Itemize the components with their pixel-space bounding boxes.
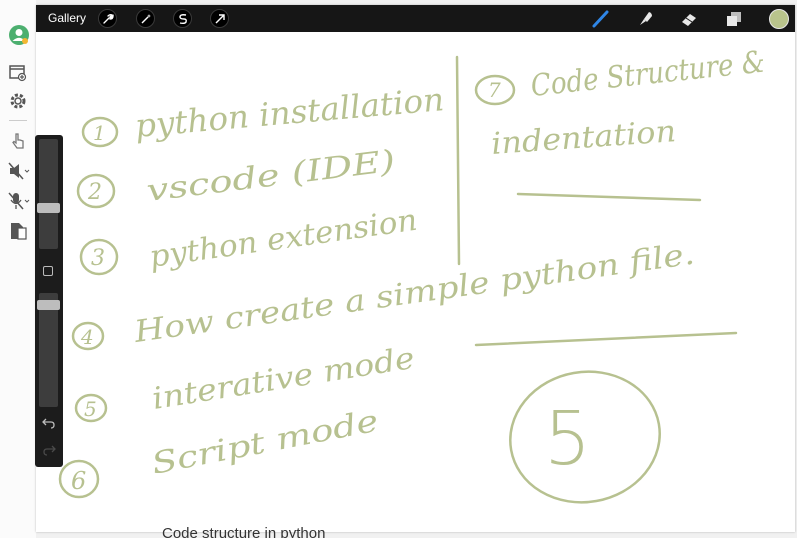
top-toolbar: Gallery	[36, 5, 795, 32]
number-5: 5	[84, 397, 97, 421]
brush-size-slider[interactable]	[39, 139, 58, 249]
handwriting-layer: 1 2 3 4 5 6 7 python installation vscode…	[58, 45, 767, 504]
wrench-icon[interactable]	[98, 9, 117, 28]
note-interactive-mode: interative mode	[150, 341, 417, 417]
avatar-icon[interactable]	[8, 24, 29, 45]
note-python-extension: python extension	[147, 203, 419, 275]
number-6: 6	[71, 467, 86, 495]
number-7: 7	[488, 78, 501, 102]
rail-divider	[9, 120, 27, 121]
brush-sidebar	[35, 135, 63, 467]
settings-gear-icon[interactable]	[8, 91, 28, 111]
smudge-icon[interactable]	[636, 9, 656, 34]
modify-button[interactable]	[43, 266, 53, 276]
selection-icon[interactable]	[173, 9, 192, 28]
new-window-icon[interactable]	[8, 64, 28, 84]
note-indentation: indentation	[490, 114, 677, 162]
note-vscode-ide: vscode (IDE)	[145, 144, 397, 209]
redo-icon[interactable]	[42, 443, 56, 462]
brush-icon[interactable]	[591, 9, 611, 34]
opacity-thumb[interactable]	[37, 300, 60, 310]
color-picker-swatch[interactable]	[769, 9, 789, 29]
note-script-mode: Script mode	[149, 404, 381, 482]
separator-stroke-top	[516, 192, 702, 202]
separator-stroke-bottom	[474, 331, 738, 347]
brush-size-thumb[interactable]	[37, 203, 60, 213]
number-2: 2	[87, 180, 102, 205]
gallery-button[interactable]: Gallery	[48, 11, 86, 25]
opacity-slider[interactable]	[39, 293, 58, 407]
big-number-five: 5	[544, 396, 591, 482]
layers-icon[interactable]	[724, 9, 744, 34]
number-1: 1	[93, 121, 106, 145]
note-code-structure: Code Structure &	[529, 45, 766, 104]
transform-arrow-icon[interactable]	[210, 9, 229, 28]
ink-text: 1 2 3 4 5 6 7 python installation vscode…	[71, 45, 767, 495]
number-3: 3	[91, 246, 105, 271]
left-app-rail	[0, 0, 36, 538]
undo-icon[interactable]	[42, 416, 56, 435]
magic-wand-icon[interactable]	[136, 9, 155, 28]
document-icon[interactable]	[8, 221, 28, 241]
vertical-divider-stroke	[455, 55, 461, 266]
slide-caption: Code structure in python	[162, 527, 326, 538]
note-python-installation: python installation	[133, 80, 445, 145]
microphone-mute-icon[interactable]	[8, 191, 30, 211]
speaker-mute-icon[interactable]	[8, 162, 30, 182]
touch-pointer-icon[interactable]	[8, 131, 28, 151]
eraser-icon[interactable]	[679, 9, 699, 34]
number-4: 4	[80, 325, 94, 349]
